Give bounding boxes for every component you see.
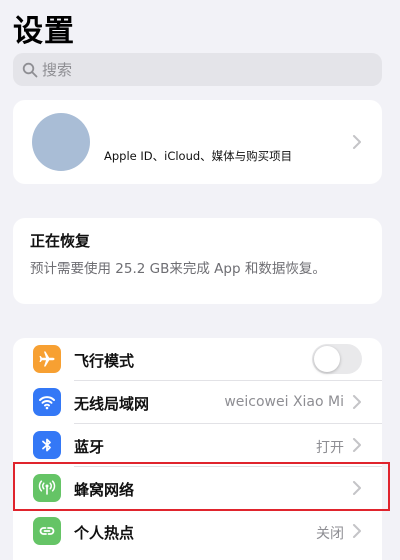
page-title: 设置: [13, 14, 75, 49]
airplane-mode-row[interactable]: 飞行模式: [13, 338, 382, 380]
hotspot-icon: [33, 517, 61, 545]
apple-id-card[interactable]: Apple ID、iCloud、媒体与购买项目: [13, 100, 382, 184]
wifi-value: weicowei Xiao Mi: [224, 394, 344, 410]
restore-description: 预计需要使用 25.2 GB来完成 App 和数据恢复。: [30, 261, 326, 277]
chevron-right-icon: [353, 438, 361, 452]
settings-screen: 设置 搜索 Apple ID、iCloud、媒体与购买项目 正在恢复 预计需要使…: [0, 0, 400, 560]
wifi-icon: [33, 388, 61, 416]
bluetooth-icon: [33, 431, 61, 459]
airplane-mode-label: 飞行模式: [74, 352, 135, 370]
hotspot-value: 关闭: [316, 526, 344, 542]
restore-card[interactable]: 正在恢复 预计需要使用 25.2 GB来完成 App 和数据恢复。: [13, 218, 382, 304]
cellular-icon: [33, 474, 61, 502]
restore-title: 正在恢复: [30, 232, 91, 250]
cellular-label: 蜂窝网络: [74, 481, 135, 499]
search-icon: [22, 62, 38, 77]
connectivity-group: 飞行模式 无线局域网 weicowei Xiao Mi 蓝牙 打开 蜂窝网络 个…: [13, 338, 382, 560]
chevron-right-icon: [353, 481, 361, 495]
chevron-right-icon: [353, 395, 361, 409]
chevron-right-icon: [353, 524, 361, 538]
hotspot-label: 个人热点: [74, 524, 135, 542]
toggle-knob: [314, 346, 340, 372]
cellular-row[interactable]: 蜂窝网络: [13, 467, 382, 509]
airplane-mode-toggle[interactable]: [312, 344, 362, 374]
bluetooth-row[interactable]: 蓝牙 打开: [13, 424, 382, 466]
search-bar[interactable]: 搜索: [13, 53, 382, 86]
airplane-icon: [33, 345, 61, 373]
bluetooth-value: 打开: [316, 440, 344, 456]
avatar: [32, 113, 90, 171]
chevron-right-icon: [353, 135, 361, 149]
wifi-row[interactable]: 无线局域网 weicowei Xiao Mi: [13, 381, 382, 423]
apple-id-label: Apple ID、iCloud、媒体与购买项目: [104, 149, 293, 163]
wifi-label: 无线局域网: [74, 395, 150, 413]
hotspot-row[interactable]: 个人热点 关闭: [13, 510, 382, 552]
bluetooth-label: 蓝牙: [74, 438, 105, 456]
search-placeholder: 搜索: [42, 61, 73, 79]
